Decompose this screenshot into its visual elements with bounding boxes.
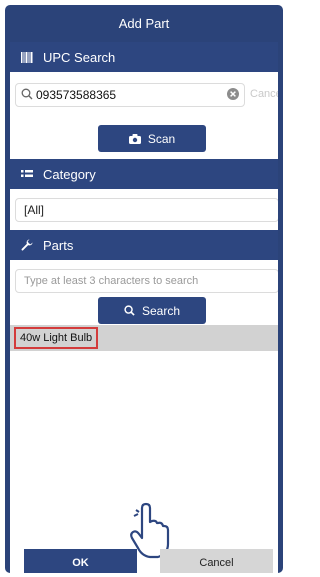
- result-item-label[interactable]: 40w Light Bulb: [14, 327, 99, 349]
- cancel-button[interactable]: Cancel: [160, 549, 273, 573]
- category-label: Category: [43, 166, 96, 182]
- list-icon: [19, 167, 35, 181]
- search-button[interactable]: Search: [98, 297, 206, 324]
- dialog-body: UPC Search 093573588365 Cancel: [10, 42, 278, 573]
- scan-button[interactable]: Scan: [98, 125, 206, 152]
- clear-icon[interactable]: [227, 88, 239, 103]
- category-selected-value: [All]: [24, 203, 45, 217]
- category-select[interactable]: [All]: [15, 198, 278, 222]
- parts-search-placeholder: Type at least 3 characters to search: [24, 275, 199, 287]
- wrench-icon: [19, 238, 35, 252]
- barcode-icon: [19, 50, 35, 64]
- upc-search-header: UPC Search: [10, 42, 278, 72]
- upc-input-value: 093573588365: [36, 88, 117, 102]
- scan-label: Scan: [147, 131, 176, 146]
- parts-search-input[interactable]: Type at least 3 characters to search: [15, 269, 278, 293]
- category-header: Category: [10, 159, 278, 189]
- dialog-actions: OK Cancel: [10, 546, 278, 573]
- ok-button[interactable]: OK: [24, 549, 137, 573]
- page-title: Add Part: [118, 16, 170, 31]
- app-frame: Add Part UPC Search 093573588365 Canc Sc…: [5, 5, 283, 573]
- list-item[interactable]: 40w Light Bulb: [10, 325, 278, 351]
- search-label: Search: [141, 303, 181, 318]
- parts-label: Parts: [43, 237, 74, 253]
- upc-search-label: UPC Search: [43, 49, 116, 65]
- parts-header: Parts: [10, 230, 278, 260]
- search-icon: [124, 305, 135, 316]
- camera-icon: [128, 133, 141, 144]
- search-icon: [21, 88, 33, 103]
- upc-search-input[interactable]: 093573588365: [15, 83, 245, 107]
- upc-cancel-button[interactable]: Cancel: [250, 88, 278, 100]
